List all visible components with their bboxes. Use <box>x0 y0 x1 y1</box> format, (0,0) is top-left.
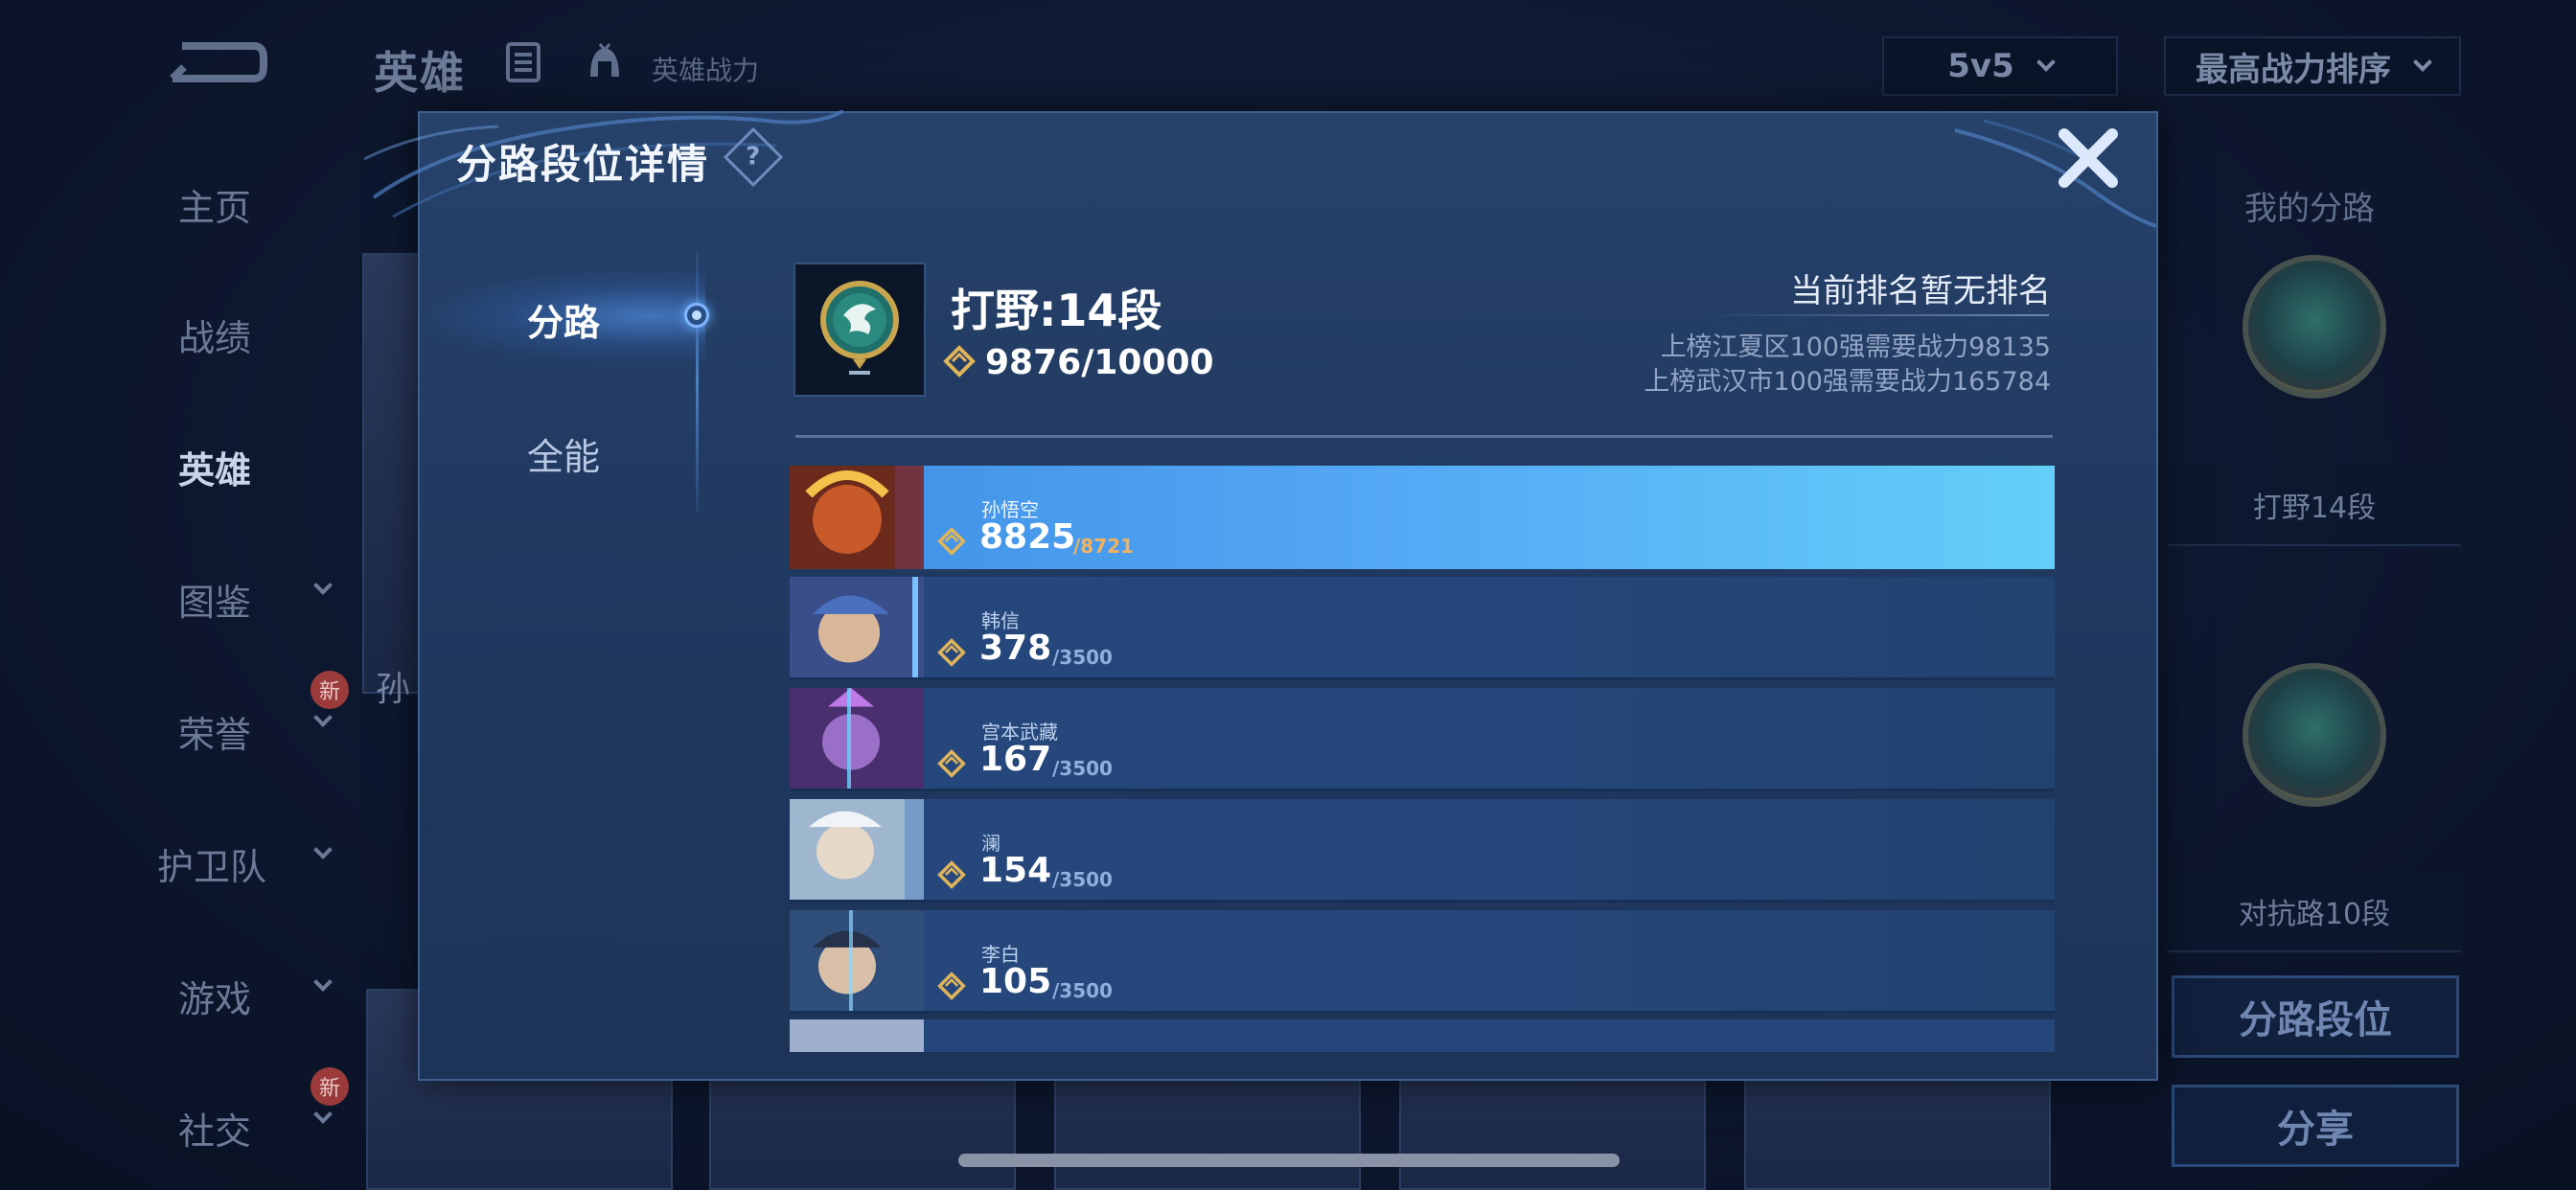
chevron-down-icon <box>313 973 333 992</box>
chevron-down-icon <box>2413 53 2432 72</box>
list-icon[interactable] <box>506 42 540 82</box>
sidebar-item-home[interactable]: 主页 <box>134 178 383 231</box>
chevron-down-icon <box>313 1105 333 1124</box>
sidebar-item-records[interactable]: 战绩 <box>134 309 383 361</box>
hero-score: 167 <box>979 740 1052 779</box>
ranking-status: 当前排名暂无排名 <box>1790 272 2051 310</box>
hero-target: /3500 <box>1052 646 1113 669</box>
hero-score: 105 <box>979 962 1052 1001</box>
list-item[interactable]: 澜 154 /3500 <box>790 799 2055 903</box>
ranking-requirement: 上榜江夏区100强需要战力98135 <box>1660 332 2051 362</box>
hero-portrait <box>790 466 924 569</box>
list-item[interactable]: 李白 105 /3500 <box>790 910 2055 1014</box>
new-badge: 新 <box>310 671 349 709</box>
helmet-icon <box>590 43 619 77</box>
chevron-down-icon <box>313 576 333 595</box>
section-divider <box>795 435 2053 438</box>
hero-portrait <box>790 1019 924 1052</box>
hero-target: /3500 <box>1052 979 1113 1002</box>
active-tab-indicator <box>684 303 709 328</box>
back-icon[interactable] <box>163 36 268 86</box>
chevron-down-icon <box>313 708 333 727</box>
decorative-swirl <box>1954 119 2157 228</box>
hero-portrait <box>790 910 924 1011</box>
ranking-requirement: 上榜武汉市100强需要战力165784 <box>1644 367 2051 397</box>
jungle-lane-label: 打野14段 <box>2252 492 2377 525</box>
share-button[interactable]: 分享 <box>2172 1085 2459 1167</box>
clash-lane-label: 对抗路10段 <box>2238 898 2391 931</box>
list-item[interactable]: 韩信 378 /3500 <box>790 577 2055 680</box>
jungle-lane-badge-icon <box>2242 255 2386 399</box>
chevron-down-icon <box>2036 53 2056 72</box>
tab-all-round[interactable]: 全能 <box>527 427 600 480</box>
sort-dropdown-value: 最高战力排序 <box>2196 50 2391 89</box>
lane-power-value: 9876/10000 <box>985 343 1214 382</box>
sidebar-item-label: 游戏 <box>178 978 252 1020</box>
help-icon-glyph: ? <box>746 143 761 172</box>
power-icon <box>937 972 966 1000</box>
sort-dropdown[interactable]: 最高战力排序 <box>2164 36 2461 96</box>
list-item[interactable]: 孙悟空 8825 /8721 <box>790 466 2055 569</box>
list-item[interactable] <box>790 1019 2055 1052</box>
clash-lane-badge-icon <box>2242 663 2386 807</box>
hero-portrait <box>790 577 924 677</box>
sidebar-item-collection[interactable]: 图鉴 <box>134 573 383 626</box>
power-icon <box>937 749 966 778</box>
hero-score: 378 <box>979 629 1052 668</box>
hero-target: /8721 <box>1073 535 1134 558</box>
sidebar-item-label: 护卫队 <box>157 846 267 888</box>
hero-portrait <box>790 688 924 789</box>
mode-dropdown[interactable]: 5v5 <box>1882 36 2118 96</box>
sidebar-item-honor[interactable]: 荣誉 新 <box>134 671 383 758</box>
hero-score: 154 <box>979 851 1052 890</box>
hero-target: /3500 <box>1052 868 1113 891</box>
hero-card-name: 孙 <box>376 670 411 709</box>
hero-power-label[interactable]: 英雄战力 <box>652 50 759 88</box>
new-badge: 新 <box>310 1067 349 1106</box>
sidebar-item-guard[interactable]: 护卫队 <box>134 837 383 890</box>
sidebar-item-social[interactable]: 社交 新 <box>134 1067 383 1155</box>
sidebar-item-heroes[interactable]: 英雄 <box>134 441 383 493</box>
lane-label-box: 打野14段 <box>2168 466 2461 546</box>
hero-list[interactable]: 孙悟空 8825 /8721 韩信 378 /3500 宫本武藏 167 /35… <box>790 466 2055 1052</box>
sidebar-item-label: 图鉴 <box>178 582 252 624</box>
chevron-down-icon <box>313 840 333 859</box>
sidebar-item-games[interactable]: 游戏 <box>134 970 383 1022</box>
hero-card[interactable] <box>362 253 420 694</box>
modal-title: 分路段位详情 <box>456 141 710 188</box>
power-icon <box>943 345 976 378</box>
tab-rail <box>696 251 699 514</box>
sidebar-item-label: 英雄 <box>178 449 252 492</box>
hero-score: 8825 <box>979 517 1076 557</box>
sidebar-item-label: 社交 <box>178 1110 252 1153</box>
sidebar-item-label: 主页 <box>178 187 252 229</box>
home-indicator[interactable] <box>958 1154 1620 1167</box>
power-icon <box>937 860 966 889</box>
lane-label-box: 对抗路10段 <box>2168 872 2461 952</box>
rank-divider <box>1700 314 2049 316</box>
jungle-emblem-icon <box>794 263 926 397</box>
power-icon <box>937 638 966 667</box>
sidebar-item-label: 战绩 <box>178 317 252 359</box>
mode-dropdown-value: 5v5 <box>1947 47 2014 85</box>
tab-lane[interactable]: 分路 <box>527 293 600 346</box>
lane-rank-title: 打野:14段 <box>951 285 1162 336</box>
list-item[interactable]: 宫本武藏 167 /3500 <box>790 688 2055 791</box>
hero-target: /3500 <box>1052 757 1113 780</box>
lane-rank-button[interactable]: 分路段位 <box>2172 975 2459 1058</box>
close-icon[interactable] <box>2055 125 2122 192</box>
hero-portrait <box>790 799 924 900</box>
sidebar-item-label: 荣誉 <box>178 714 252 756</box>
my-lanes-title: 我的分路 <box>2244 190 2375 228</box>
power-icon <box>937 527 966 556</box>
